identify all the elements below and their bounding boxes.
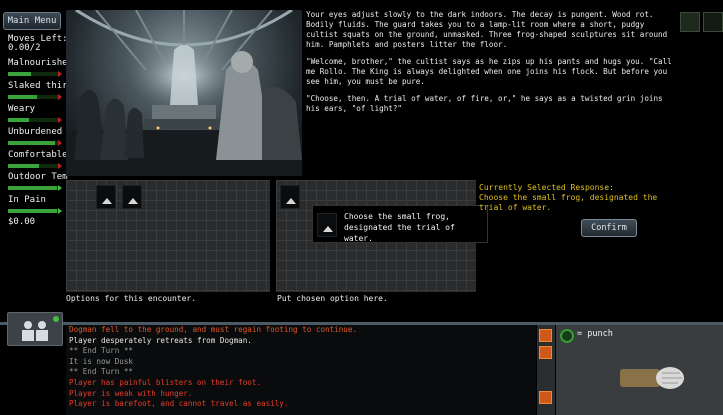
options-caption: Options for this encounter. [66,294,197,303]
log-line: ** End Turn ** [69,346,134,356]
story-paragraph: "Choose, then. A trial of water, of fire… [306,94,663,113]
log-line: Player has painful blisters on their foo… [69,377,262,387]
stat-marker-icon [58,140,62,146]
tooltip-line: designated the trial of water. [344,223,455,243]
log-line: Player is barefoot, and cannot travel as… [69,399,289,409]
option-card-light[interactable] [122,185,142,209]
chosen-caption: Put chosen option here. [277,294,388,303]
chosen-option-card[interactable] [280,185,300,209]
log-line: It is now Dusk [69,356,134,366]
stat-bar [8,95,60,99]
scene-illustration [66,10,302,176]
stat-marker-icon [58,117,62,123]
stat-marker-icon [58,185,62,191]
stat-bar [8,164,60,168]
stat-label: Weary [8,104,36,114]
punch-action-label: = punch [577,329,613,339]
confirm-button[interactable]: Confirm [581,219,637,237]
punch-target-icon[interactable] [560,329,574,343]
sidebar: Main Menu Moves Left: 0.00/2 Malnourishe… [0,0,78,320]
log-line: Player is weak with hunger. [69,388,193,398]
fist-icon [620,367,684,389]
log-scroll-down-icon[interactable] [539,391,552,404]
story-text: Your eyes adjust slowly to the dark indo… [306,10,678,176]
stat-label: Comfortable [8,150,68,160]
moves-left-value: 0.00/2 [8,43,41,53]
main-menu-button[interactable]: Main Menu [3,12,61,30]
stat-bar-fill [8,186,58,190]
log-line: Dogman fell to the ground, and must rega… [69,325,358,334]
combat-panel: = punch [556,325,723,415]
stat-label: Unburdened [8,127,63,137]
stat-label: Outdoor Tem [8,172,68,182]
story-paragraph: Your eyes adjust slowly to the dark indo… [306,10,668,49]
message-log[interactable]: Dogman fell to the ground, and must rega… [66,325,536,415]
inventory-icon[interactable] [680,12,700,32]
log-scroll-controls [537,325,555,415]
log-line: ** End Turn ** [69,367,134,377]
stat-bar [8,209,60,213]
journal-icon[interactable] [703,12,723,32]
money-value: $0.00 [8,217,36,227]
stat-bar [8,186,60,190]
tooltip-card [317,213,337,237]
log-scroll-up-icon[interactable] [539,329,552,342]
stat-marker-icon [58,71,62,77]
stat-label: Malnourished [8,58,74,68]
stat-label: In Pain [8,195,46,205]
stat-marker-icon [58,94,62,100]
party-button[interactable] [7,312,63,346]
frog-token-icon [102,198,112,204]
frog-token-icon [128,198,138,204]
tooltip-line: Choose the small frog, [344,212,450,221]
frog-token-icon [286,198,296,204]
party-status-dot [53,316,59,322]
cult-chamber-image [66,10,302,176]
stat-marker-icon [58,163,62,169]
stat-bar-fill [8,72,32,76]
stat-bar-fill [8,209,58,213]
stat-bar-fill [8,118,29,122]
selected-response-title: Currently Selected Response: [479,183,614,192]
stat-bar-fill [8,95,37,99]
story-paragraph: "Welcome, brother," the cultist says as … [306,57,672,86]
option-tooltip: Choose the small frog, designated the tr… [312,205,488,243]
stat-bar [8,141,60,145]
frog-token-icon [323,226,333,232]
option-card-fire[interactable] [96,185,116,209]
stat-bar-fill [8,141,55,145]
tooltip-text: Choose the small frog, designated the tr… [344,211,487,244]
log-line: Player desperately retreats from Dogman. [69,335,252,345]
selected-response-text: Choose the small frog, designated the tr… [479,193,658,212]
log-scroll-top-icon[interactable] [539,346,552,359]
stat-bar [8,118,60,122]
stat-marker-icon [58,208,62,214]
stat-bar [8,72,60,76]
stat-bar-fill [8,164,40,168]
options-grid[interactable] [66,180,270,292]
